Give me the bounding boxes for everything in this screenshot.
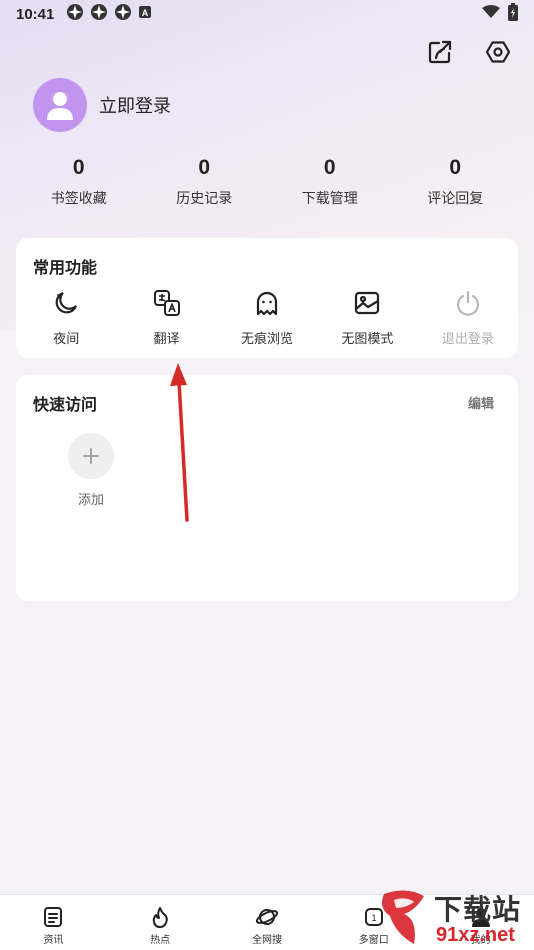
a-badge-icon: A: [138, 5, 152, 23]
stat-label: 历史记录: [176, 191, 233, 207]
nav-label: 热点: [150, 935, 171, 946]
avatar[interactable]: [33, 78, 87, 132]
stat-label: 下载管理: [301, 191, 358, 207]
status-bar: 10:41 A: [0, 0, 534, 28]
stat-label: 书签收藏: [50, 191, 107, 207]
login-text[interactable]: 立即登录: [99, 92, 171, 118]
annotation-arrow: [170, 363, 189, 522]
stat-bookmarks[interactable]: 0 书签收藏: [16, 156, 142, 208]
function-label: 退出登录: [441, 332, 494, 347]
plus-icon: [83, 448, 99, 464]
function-night-mode[interactable]: 夜间: [16, 288, 116, 347]
function-label: 夜间: [53, 332, 80, 347]
notification-icons: A: [66, 3, 152, 25]
person-icon: [47, 92, 73, 120]
function-incognito[interactable]: 无痕浏览: [217, 288, 317, 347]
add-button[interactable]: [68, 433, 114, 479]
header-actions: [426, 38, 512, 66]
nav-news[interactable]: 资讯: [0, 895, 107, 950]
ghost-icon: [252, 288, 282, 318]
stat-comments[interactable]: 0 评论回复: [393, 156, 519, 208]
watermark-logo: [382, 890, 424, 944]
wifi-icon: [482, 5, 500, 23]
pinwheel-icon: [90, 3, 108, 25]
stat-value: 0: [198, 156, 211, 179]
card-title: 常用功能: [33, 258, 98, 277]
stat-value: 0: [72, 156, 85, 179]
settings-icon[interactable]: [484, 38, 512, 66]
watermark-domain: 91xz.net: [436, 924, 515, 946]
battery-icon: [508, 3, 518, 25]
nav-hot[interactable]: 热点: [107, 895, 214, 950]
share-icon[interactable]: [426, 38, 454, 66]
moon-icon: [51, 288, 81, 318]
image-icon: [352, 288, 382, 318]
function-logout[interactable]: 退出登录: [418, 288, 518, 347]
function-no-image[interactable]: 无图模式: [317, 288, 417, 347]
function-label: 无痕浏览: [241, 332, 294, 347]
flame-icon: [148, 905, 172, 929]
status-time: 10:41: [16, 5, 55, 23]
function-translate[interactable]: 翻译: [116, 288, 216, 347]
add-shortcut[interactable]: 添加: [68, 433, 114, 508]
stat-label: 评论回复: [427, 191, 484, 207]
stat-downloads[interactable]: 0 下载管理: [267, 156, 393, 208]
pinwheel-icon: [66, 3, 84, 25]
stat-value: 0: [323, 156, 336, 179]
function-label: 翻译: [153, 332, 180, 347]
site-watermark: 下载站 91xz.net: [376, 886, 534, 950]
add-label: 添加: [77, 493, 104, 508]
pinwheel-icon: [114, 3, 132, 25]
edit-button[interactable]: 编辑: [468, 393, 494, 412]
svg-text:A: A: [142, 8, 149, 18]
quick-access-card: 快速访问 编辑 添加: [16, 375, 518, 601]
login-profile[interactable]: 立即登录: [33, 78, 171, 132]
function-label: 无图模式: [341, 332, 394, 347]
power-icon: [453, 288, 483, 318]
stat-value: 0: [449, 156, 462, 179]
watermark-title: 下载站: [434, 893, 522, 926]
function-row: 夜间 翻译 无痕浏览 无图模式 退出登录: [16, 288, 518, 347]
common-functions-card: 常用功能 夜间 翻译 无痕浏览 无图模式 退出登录: [16, 238, 518, 358]
nav-search-all[interactable]: 全网搜: [214, 895, 321, 950]
translate-icon: [152, 288, 182, 318]
stat-history[interactable]: 0 历史记录: [142, 156, 268, 208]
nav-label: 全网搜: [251, 935, 282, 946]
planet-icon: [255, 905, 279, 929]
news-icon: [41, 905, 65, 929]
nav-label: 资讯: [43, 935, 64, 946]
card-title: 快速访问: [33, 395, 98, 414]
stats-row: 0 书签收藏 0 历史记录 0 下载管理 0 评论回复: [16, 156, 518, 208]
